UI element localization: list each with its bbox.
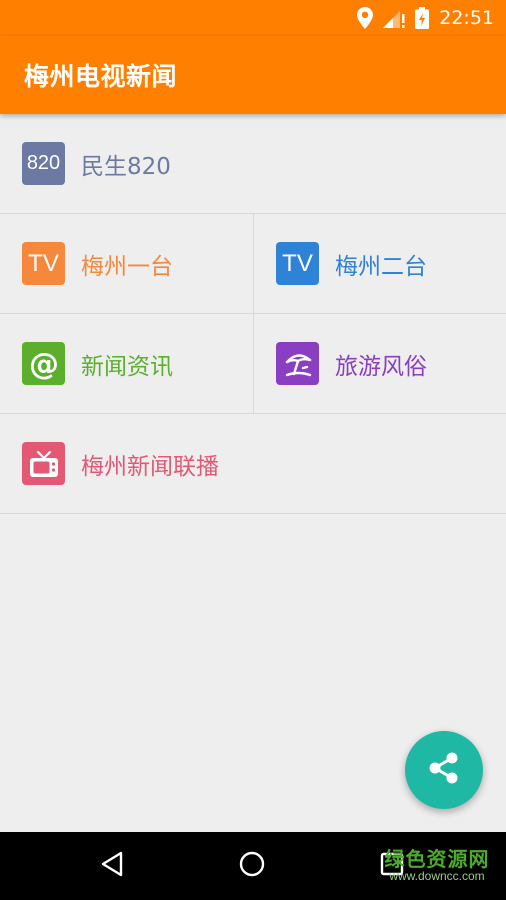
tv-icon xyxy=(22,442,65,485)
page-title: 梅州电视新闻 xyxy=(24,62,178,91)
menu-row: TV 梅州一台 TV 梅州二台 xyxy=(0,214,506,314)
menu-item-minsheng[interactable]: 820 民生820 xyxy=(0,114,506,213)
menu-grid: 820 民生820 TV 梅州一台 TV 梅州二台 @ 新闻资讯 旅游风俗 梅州… xyxy=(0,114,506,514)
beach-umbrella-icon xyxy=(276,342,319,385)
tv-badge-icon: TV xyxy=(22,242,65,285)
signal-icon xyxy=(383,8,405,28)
menu-item-label: 民生820 xyxy=(81,153,171,180)
menu-row: 梅州新闻联播 xyxy=(0,414,506,514)
minsheng-820-icon: 820 xyxy=(22,142,65,185)
menu-item-news[interactable]: @ 新闻资讯 xyxy=(0,314,253,413)
tv-badge-icon: TV xyxy=(276,242,319,285)
at-sign-icon: @ xyxy=(22,342,65,385)
location-icon xyxy=(357,7,374,29)
menu-item-label: 旅游风俗 xyxy=(335,353,427,380)
back-icon xyxy=(99,850,125,882)
home-button[interactable] xyxy=(222,832,282,900)
menu-item-broadcast[interactable]: 梅州新闻联播 xyxy=(0,414,506,513)
menu-item-label: 梅州一台 xyxy=(81,253,173,280)
menu-item-label: 梅州二台 xyxy=(335,253,427,280)
share-icon xyxy=(426,750,462,790)
menu-item-label: 新闻资讯 xyxy=(81,353,173,380)
menu-item-travel[interactable]: 旅游风俗 xyxy=(253,314,506,413)
menu-item-channel-1[interactable]: TV 梅州一台 xyxy=(0,214,253,313)
home-icon xyxy=(238,850,266,882)
menu-row: @ 新闻资讯 旅游风俗 xyxy=(0,314,506,414)
back-button[interactable] xyxy=(82,832,142,900)
menu-item-channel-2[interactable]: TV 梅州二台 xyxy=(253,214,506,313)
clock: 22:51 xyxy=(439,7,494,29)
menu-row: 820 民生820 xyxy=(0,114,506,214)
share-button[interactable] xyxy=(405,731,483,809)
watermark-title: 绿色资源网 xyxy=(384,847,490,871)
watermark-url: www.downcc.com xyxy=(389,869,485,883)
menu-item-label: 梅州新闻联播 xyxy=(81,453,219,480)
app-toolbar: 梅州电视新闻 xyxy=(0,36,506,114)
svg-text:@: @ xyxy=(29,348,59,380)
battery-icon xyxy=(415,7,430,29)
watermark: 绿色资源网 www.downcc.com xyxy=(372,848,502,892)
status-bar: 22:51 xyxy=(0,0,506,36)
